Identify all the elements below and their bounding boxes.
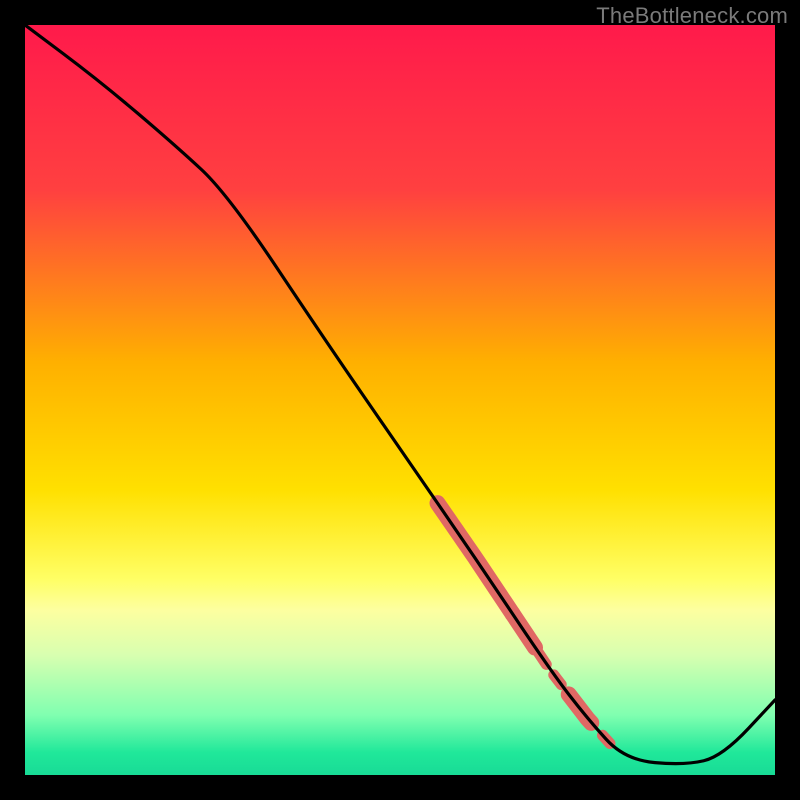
- watermark-text: TheBottleneck.com: [596, 3, 788, 29]
- heatmap-background: [25, 25, 775, 775]
- chart-frame: [25, 25, 775, 775]
- chart-svg: [25, 25, 775, 775]
- plot-area: [25, 25, 775, 775]
